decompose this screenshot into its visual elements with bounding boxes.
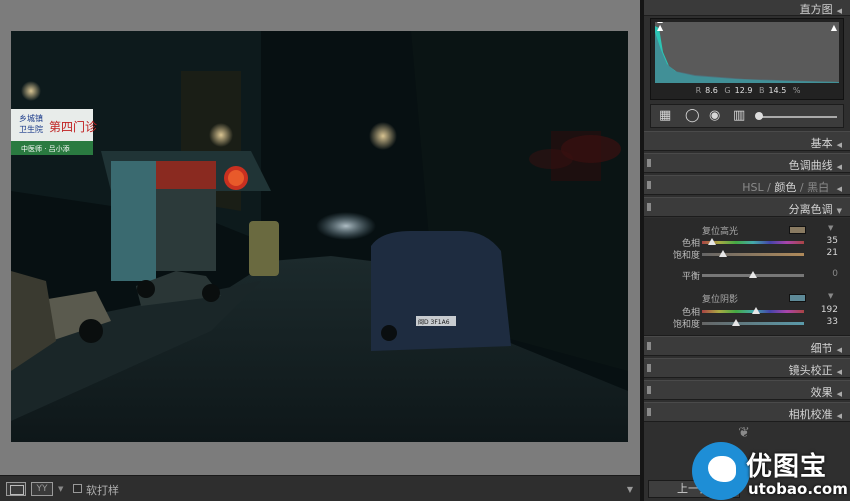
section-basic[interactable]: 基本 ◀: [644, 131, 850, 151]
histogram[interactable]: ▲ ▲ R 8.6 G 12.9 B 14.5 %: [650, 18, 844, 100]
before-after-button[interactable]: YY: [31, 482, 53, 496]
section-toggle-icon[interactable]: [647, 386, 651, 394]
histogram-header[interactable]: 直方图 ◀: [644, 0, 850, 16]
section-toggle-icon[interactable]: [647, 181, 651, 189]
section-toggle-icon[interactable]: [647, 342, 651, 350]
bottom-toolbar: YY ▼ 软打样 ▼: [0, 475, 640, 501]
reset-shadows-button[interactable]: 复位阴影: [702, 292, 738, 305]
collapse-triangle-icon: ◀: [836, 7, 842, 15]
section-camera-calibration[interactable]: 相机校准 ◀: [644, 402, 850, 422]
slider-knob[interactable]: [719, 250, 728, 257]
adjustment-brush-knob[interactable]: [755, 112, 763, 120]
toolbar-menu-icon[interactable]: ▼: [627, 485, 633, 494]
slider-knob[interactable]: [731, 319, 740, 326]
photo-night-street[interactable]: 乡城镇 卫生院 第四门诊 中医师 · 吕小添 闽D 3F1A6: [11, 31, 628, 442]
section-hsl[interactable]: HSL / 颜色 / 黑白 ◀: [644, 175, 850, 195]
histogram-readout: R 8.6 G 12.9 B 14.5 %: [695, 86, 801, 95]
shadows-hue-slider[interactable]: 色相 192: [644, 305, 850, 318]
tab-hsl[interactable]: HSL: [742, 181, 763, 194]
shadow-clip-icon[interactable]: ▲: [657, 23, 663, 32]
highlights-dropdown-icon[interactable]: ▼: [828, 224, 833, 232]
loupe-view-button[interactable]: [6, 482, 26, 496]
tool-strip: ▦ ◯ ◉ ▥: [650, 104, 844, 128]
highlight-clip-icon[interactable]: ▲: [831, 23, 837, 32]
photo-canvas: 乡城镇 卫生院 第四门诊 中医师 · 吕小添 闽D 3F1A6: [11, 31, 628, 442]
red-eye-icon[interactable]: ◉: [709, 109, 720, 123]
watermark-en: utobao.com: [748, 480, 848, 498]
spot-removal-icon[interactable]: ◯: [685, 109, 700, 123]
clinic-sign-main: 第四门诊: [49, 119, 97, 134]
balance-slider[interactable]: 平衡 0: [644, 269, 850, 282]
histogram-title: 直方图 ◀: [799, 3, 842, 16]
highlights-hue-slider[interactable]: 色相 35: [644, 236, 850, 249]
section-toggle-icon[interactable]: [647, 408, 651, 416]
shadows-dropdown-icon[interactable]: ▼: [828, 292, 833, 300]
license-plate: 闽D 3F1A6: [418, 318, 450, 326]
histogram-graph: ▲ ▲: [655, 22, 839, 83]
image-viewer: 乡城镇 卫生院 第四门诊 中医师 · 吕小添 闽D 3F1A6: [0, 0, 640, 475]
bird-icon: [692, 442, 750, 500]
slider-knob[interactable]: [752, 307, 761, 314]
clinic-sign-line1: 乡城镇: [19, 113, 43, 123]
clinic-sign-sub: 中医师 · 吕小添: [21, 144, 70, 153]
tab-color[interactable]: 颜色: [774, 181, 796, 194]
tab-bw[interactable]: 黑白: [807, 181, 829, 194]
shadows-saturation-slider[interactable]: 饱和度 33: [644, 317, 850, 330]
section-effects[interactable]: 效果 ◀: [644, 380, 850, 400]
watermark-cn: 优图宝: [746, 452, 828, 482]
soft-proof-label: 软打样: [86, 484, 119, 497]
shadows-color-swatch[interactable]: [789, 294, 806, 302]
watermark-logo: 优图宝 utobao.com: [692, 442, 850, 501]
section-toggle-icon[interactable]: [647, 203, 651, 211]
slider-knob[interactable]: [707, 238, 716, 245]
soft-proof-checkbox[interactable]: [73, 484, 82, 493]
highlights-saturation-slider[interactable]: 饱和度 21: [644, 248, 850, 261]
before-after-dropdown-icon[interactable]: ▼: [58, 485, 63, 493]
section-toggle-icon[interactable]: [647, 364, 651, 372]
crop-grid-icon[interactable]: ▦: [659, 109, 671, 123]
develop-panel: 直方图 ◀ ▲ ▲ R 8.6 G 12.9 B 14.5 % ▦ ◯ ◉ ▥ 基本 ◀: [644, 0, 850, 501]
section-tone-curve[interactable]: 色调曲线 ◀: [644, 153, 850, 173]
section-split-toning[interactable]: 分离色调 ▼: [644, 197, 850, 217]
slider-knob[interactable]: [749, 271, 757, 278]
split-toning-body: 复位高光 ▼ 色相 35 饱和度 21 平衡 0 复位阴影 ▼ 色相 192 饱…: [644, 218, 850, 336]
clinic-sign-line2: 卫生院: [19, 124, 43, 134]
graduated-filter-icon[interactable]: ▥: [733, 109, 745, 123]
highlights-color-swatch[interactable]: [789, 226, 806, 234]
section-detail[interactable]: 细节 ◀: [644, 336, 850, 356]
adjustment-brush-slider[interactable]: [759, 116, 837, 118]
section-lens-correction[interactable]: 镜头校正 ◀: [644, 358, 850, 378]
section-toggle-icon[interactable]: [647, 159, 651, 167]
